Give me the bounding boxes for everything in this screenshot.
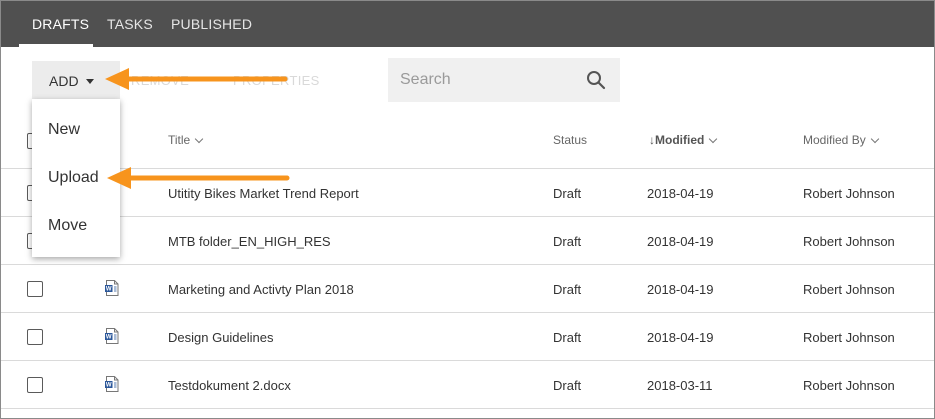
svg-text:W: W — [106, 335, 112, 341]
row-status: Draft — [553, 282, 582, 297]
menu-item-upload[interactable]: Upload — [48, 169, 99, 187]
row-modified: 2018-04-19 — [647, 234, 714, 249]
annotation-arrow-icon — [105, 68, 288, 90]
menu-item-move[interactable]: Move — [48, 217, 87, 235]
tab-published[interactable]: PUBLISHED — [171, 1, 252, 47]
row-modified-by: Robert Johnson — [803, 378, 895, 393]
drafts-window: DRAFTS TASKS PUBLISHED REMOVE PROPERTIES… — [0, 0, 935, 419]
chevron-down-icon — [709, 134, 718, 144]
annotation-arrow-icon — [107, 167, 290, 189]
row-modified: 2018-04-19 — [647, 186, 714, 201]
row-checkbox[interactable] — [27, 281, 43, 297]
row-status: Draft — [553, 234, 582, 249]
active-tab-indicator — [19, 44, 93, 47]
row-title[interactable]: Marketing and Activty Plan 2018 — [168, 282, 354, 297]
tab-tasks[interactable]: TASKS — [107, 1, 153, 47]
row-modified: 2018-04-19 — [647, 282, 714, 297]
row-status: Draft — [553, 186, 582, 201]
search-box — [388, 58, 620, 102]
column-title-label: Title — [168, 133, 191, 147]
row-checkbox[interactable] — [27, 329, 43, 345]
row-status: Draft — [553, 378, 582, 393]
row-title[interactable]: MTB folder_EN_HIGH_RES — [168, 234, 331, 249]
row-modified: 2018-03-11 — [647, 378, 713, 393]
column-modified-label: Modified — [655, 133, 705, 147]
row-modified-by: Robert Johnson — [803, 330, 895, 345]
column-modified-by-header[interactable]: Modified By — [803, 133, 879, 147]
row-divider — [1, 408, 934, 409]
column-status-header[interactable]: Status — [553, 133, 587, 147]
row-modified: 2018-04-19 — [647, 330, 714, 345]
menu-item-new[interactable]: New — [48, 121, 80, 139]
word-doc-icon: W — [105, 328, 119, 344]
chevron-down-icon — [870, 134, 879, 144]
svg-text:W: W — [106, 383, 112, 389]
search-icon[interactable] — [586, 70, 606, 90]
tab-bar: DRAFTS TASKS PUBLISHED — [1, 1, 934, 47]
column-status-label: Status — [553, 133, 588, 147]
add-button-label: ADD — [49, 73, 79, 89]
row-title[interactable]: Testdokument 2.docx — [168, 378, 291, 393]
row-modified-by: Robert Johnson — [803, 282, 895, 297]
row-status: Draft — [553, 330, 582, 345]
row-title[interactable]: Design Guidelines — [168, 330, 274, 345]
row-divider — [1, 360, 934, 361]
row-divider — [1, 312, 934, 313]
row-modified-by: Robert Johnson — [803, 186, 895, 201]
column-title-header[interactable]: Title — [168, 133, 204, 147]
row-divider — [1, 216, 934, 217]
row-checkbox[interactable] — [27, 377, 43, 393]
caret-down-icon — [86, 79, 94, 84]
column-modified-header[interactable]: ↓Modified — [649, 133, 718, 147]
row-modified-by: Robert Johnson — [803, 234, 895, 249]
svg-text:W: W — [106, 287, 112, 293]
word-doc-icon: W — [105, 280, 119, 296]
word-doc-icon: W — [105, 376, 119, 392]
chevron-down-icon — [194, 134, 204, 144]
row-divider — [1, 264, 934, 265]
search-input[interactable] — [388, 58, 580, 102]
tab-drafts[interactable]: DRAFTS — [32, 1, 89, 47]
column-modified-by-label: Modified By — [803, 133, 866, 147]
